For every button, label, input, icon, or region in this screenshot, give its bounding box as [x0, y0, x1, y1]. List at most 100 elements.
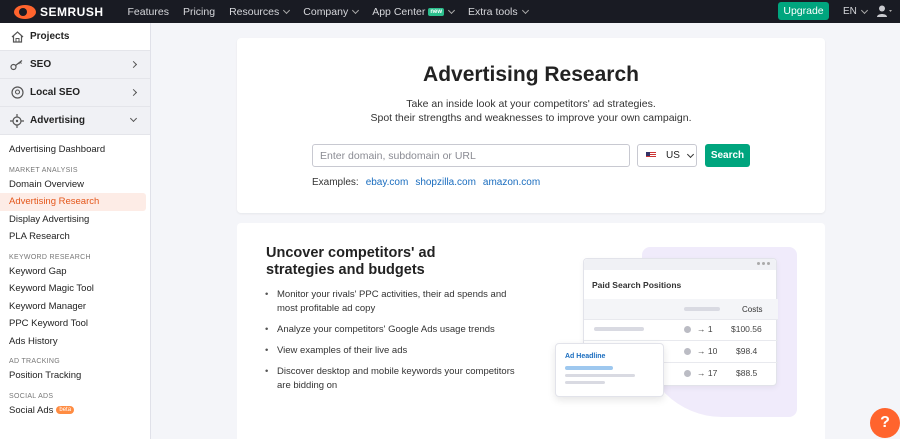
status-dot	[684, 326, 691, 333]
nav-features-label: Features	[127, 5, 169, 18]
nav-resources[interactable]: Resources	[229, 5, 291, 18]
sidebar-item-ppc-keyword-tool[interactable]: PPC Keyword Tool	[0, 315, 150, 333]
nav-app-center-label: App Center	[372, 5, 426, 18]
sidebar-item-seo[interactable]: SEO	[0, 51, 150, 79]
beta-badge: beta	[56, 406, 75, 415]
sidebar-item-position-tracking[interactable]: Position Tracking	[0, 367, 150, 385]
nav-pricing-label: Pricing	[182, 5, 216, 18]
table-row: → 17	[697, 368, 718, 378]
promo-heading-line: strategies and budgets	[266, 262, 425, 278]
sidebar: Projects SEO Local SEO Advertising Adver…	[0, 23, 151, 439]
sidebar-item-keyword-manager[interactable]: Keyword Manager	[0, 298, 150, 316]
page-title: Advertising Research	[423, 63, 639, 86]
sidebar-item-local-seo[interactable]: Local SEO	[0, 79, 150, 107]
sidebar-item-display-advertising[interactable]: Display Advertising	[0, 211, 150, 229]
nav-features[interactable]: Features	[128, 6, 169, 18]
example-link-ebay[interactable]: ebay.com	[366, 177, 409, 188]
top-navigation-bar: SEMRUSH Features Pricing Resources Compa…	[0, 0, 900, 23]
table-row: → 1	[697, 324, 713, 334]
new-badge: new	[428, 7, 445, 16]
ad-headline: Ad Headline	[565, 353, 606, 360]
page-subtitle: Take an inside look at your competitors'…	[237, 97, 825, 125]
example-link-shopzilla[interactable]: shopzilla.com	[415, 177, 476, 188]
sidebar-group-market-analysis: MARKET ANALYSIS	[9, 166, 78, 174]
row-divider	[584, 340, 778, 341]
semrush-logo[interactable]: SEMRUSH	[14, 0, 104, 23]
chevron-down-icon	[129, 114, 138, 123]
nav-pricing[interactable]: Pricing	[183, 6, 215, 18]
sidebar-group-ad-tracking: AD TRACKING	[9, 358, 61, 365]
placeholder-bar	[594, 327, 644, 331]
us-flag-icon	[646, 152, 656, 159]
location-pin-icon	[10, 86, 24, 100]
sidebar-item-label: Advertising	[30, 115, 86, 126]
nav-app-center[interactable]: App Center new	[372, 5, 456, 18]
chevron-down-icon	[352, 6, 360, 14]
chevron-down-icon	[521, 6, 529, 14]
cost-value: $88.5	[736, 368, 758, 378]
sidebar-item-keyword-gap[interactable]: Keyword Gap	[0, 263, 150, 281]
cost-value: $98.4	[736, 346, 758, 356]
sidebar-item-label: Social Ads	[9, 404, 54, 416]
promo-heading: Uncover competitors' ad strategies and b…	[266, 245, 506, 279]
logo-text: SEMRUSH	[40, 4, 104, 19]
sidebar-item-keyword-magic-tool[interactable]: Keyword Magic Tool	[0, 280, 150, 298]
placeholder-bar	[565, 381, 605, 384]
nav-resources-label: Resources	[229, 5, 280, 18]
placeholder-bar	[565, 374, 635, 377]
main-nav: Features Pricing Resources Company App C…	[128, 0, 542, 23]
nav-company-label: Company	[303, 5, 349, 18]
promo-card: Uncover competitors' ad strategies and b…	[237, 223, 825, 439]
sidebar-item-social-ads[interactable]: Social Ads beta	[0, 402, 150, 420]
sidebar-item-label: Local SEO	[30, 87, 81, 98]
sidebar-item-projects[interactable]: Projects	[0, 23, 150, 51]
chevron-right-icon	[129, 60, 138, 69]
sidebar-item-advertising-research[interactable]: Advertising Research	[0, 193, 146, 211]
subtitle-line: Spot their strengths and weaknesses to i…	[370, 112, 692, 124]
nav-extra-tools-label: Extra tools	[468, 5, 518, 18]
nav-extra-tools[interactable]: Extra tools	[468, 5, 529, 18]
list-item: Discover desktop and mobile keywords you…	[265, 365, 525, 393]
sidebar-group-social-ads: SOCIAL ADS	[9, 392, 54, 400]
status-dot	[684, 370, 691, 377]
examples-row: Examples: ebay.com shopzilla.com amazon.…	[312, 177, 540, 188]
sidebar-item-pla-research[interactable]: PLA Research	[0, 228, 150, 246]
chevron-down-icon	[447, 6, 456, 14]
search-button[interactable]: Search	[705, 144, 750, 167]
user-icon[interactable]	[877, 5, 893, 18]
example-link-amazon[interactable]: amazon.com	[483, 177, 540, 188]
list-item: Analyze your competitors' Google Ads usa…	[265, 323, 525, 337]
sidebar-item-label: Projects	[30, 31, 70, 42]
examples-label: Examples:	[312, 177, 359, 188]
subtitle-line: Take an inside look at your competitors'…	[406, 98, 656, 110]
semrush-logo-icon	[14, 4, 36, 19]
language-selector[interactable]: EN	[843, 6, 868, 17]
domain-search-input[interactable]	[312, 144, 630, 167]
list-item: Monitor your rivals' PPC activities, the…	[265, 288, 525, 316]
sidebar-item-advertising[interactable]: Advertising	[0, 107, 150, 135]
costs-header: Costs	[742, 305, 763, 314]
key-icon	[10, 58, 24, 72]
sidebar-item-advertising-dashboard[interactable]: Advertising Dashboard	[0, 141, 150, 159]
row-divider	[584, 319, 778, 320]
sidebar-group-keyword-research: KEYWORD RESEARCH	[9, 253, 91, 261]
placeholder-bar	[684, 307, 720, 311]
window-dots-icon	[755, 262, 770, 265]
feature-list: Monitor your rivals' PPC activities, the…	[265, 288, 525, 400]
list-item: View examples of their live ads	[265, 344, 525, 358]
panel-title: Paid Search Positions	[592, 280, 682, 290]
language-label: EN	[843, 6, 857, 17]
home-icon	[10, 30, 24, 44]
nav-company[interactable]: Company	[303, 5, 360, 18]
upgrade-button[interactable]: Upgrade	[778, 2, 829, 20]
country-selector[interactable]: US	[637, 144, 697, 167]
table-row: → 10	[697, 346, 718, 356]
search-card: Advertising Research Take an inside look…	[237, 38, 825, 213]
status-dot	[684, 348, 691, 355]
help-button[interactable]: ?	[870, 408, 900, 438]
sidebar-item-ads-history[interactable]: Ads History	[0, 333, 150, 351]
panel-window-bar	[584, 259, 776, 270]
sidebar-item-domain-overview[interactable]: Domain Overview	[0, 176, 150, 194]
rank-value: 10	[707, 346, 718, 356]
country-label: US	[666, 150, 680, 161]
